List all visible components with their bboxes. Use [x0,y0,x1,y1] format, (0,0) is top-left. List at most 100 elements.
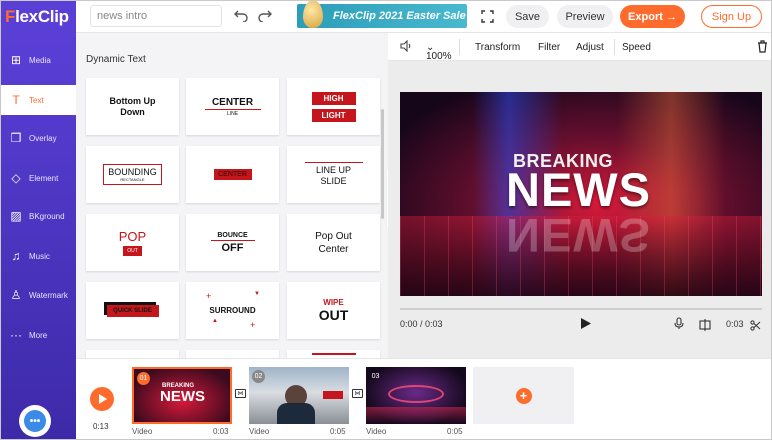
preset-divider [204,108,261,110]
text-icon: T [12,93,20,107]
floor-graphic [366,407,466,424]
clip-duration: 0:05 [330,427,346,436]
transition-icon[interactable]: ⋈ [352,389,363,398]
chat-button[interactable]: ••• [19,405,51,437]
timeline: 0:13 01 BREAKING NEWS Video 0:03 ⋈ 02 Vi… [76,358,771,439]
preset-sublabel: LINE [226,110,239,117]
plus-icon: + [515,387,532,404]
zoom-select[interactable]: 100% ⌄ [426,42,452,62]
save-button[interactable]: Save [506,5,549,28]
volume-icon[interactable] [400,39,412,55]
filter-button[interactable]: Filter [538,42,560,53]
timeline-clip[interactable]: 03 [366,367,466,424]
play-icon[interactable] [580,317,592,335]
divider [459,39,460,55]
timeline-clip[interactable]: 02 [249,367,349,424]
signup-button[interactable]: Sign Up [701,5,762,28]
fullscreen-icon[interactable] [479,8,495,24]
plus-mark: + [206,291,212,301]
total-duration: 0:13 [93,422,109,431]
preset-label: Pop Out Center [315,230,352,255]
microphone-icon[interactable] [674,317,684,335]
preset-label: SURROUND [209,306,256,315]
preview-button[interactable]: Preview [557,5,613,28]
text-preset-partial[interactable] [287,350,380,358]
add-clip-button[interactable]: + [473,367,574,424]
clip-thumb-text: NEWS [160,388,205,405]
promo-banner[interactable]: FlexClip 2021 Easter Sale [297,1,467,28]
sidebar-item-text[interactable]: T Text [1,85,76,115]
timeline-play-button[interactable] [90,387,114,411]
preset-frame: BOUNDING RECTANGLE [103,164,162,185]
text-preset-high-light[interactable]: HIGH LIGHT [287,78,380,135]
text-preset-pop-out[interactable]: POP OUT [86,214,179,271]
app-logo[interactable]: FlexClip [5,7,69,27]
clip-label: Video [249,427,270,436]
text-preset-bounding-rectangle[interactable]: BOUNDING RECTANGLE [86,146,179,203]
text-preset-partial[interactable] [86,350,179,358]
text-preset-line-up-slide[interactable]: LINE UP SLIDE [287,146,380,203]
chat-icon: ••• [24,410,46,432]
undo-icon[interactable] [233,8,249,24]
sidebar-item-label: Element [29,173,59,183]
text-preset-center-block[interactable]: CENTER [186,146,279,203]
sidebar-item-overlay[interactable]: ❒ Overlay [1,123,76,153]
top-bar: FlexClip news intro FlexClip 2021 Easter… [1,1,771,33]
logo-initial: F [5,7,16,26]
timeline-clip[interactable]: 01 BREAKING NEWS [132,367,232,424]
sidebar-item-element[interactable]: ◇ Element [1,163,76,193]
headline-reflection: NEWS [506,209,651,262]
split-icon[interactable] [699,318,711,336]
text-preset-center-line[interactable]: CENTER LINE [186,78,279,135]
text-preset-quick-slide[interactable]: QUICK SLIDE [86,282,179,339]
sidebar: ⊞ Media T Text ❒ Overlay ◇ Element ▨ BKground… [1,33,76,439]
preset-label: Bottom Up Down [109,95,156,117]
sidebar-item-more[interactable]: ··· More [1,320,76,350]
text-preset-surround[interactable]: + ▼ ▲ + SURROUND [186,282,279,339]
divider [614,39,615,55]
preset-divider [304,162,363,163]
sidebar-item-label: More [29,330,48,340]
sidebar-item-media[interactable]: ⊞ Media [1,45,76,75]
triangle-mark: ▼ [254,291,260,297]
panel-title: Dynamic Text [86,54,146,65]
preset-label: CENTER [213,169,252,180]
sidebar-item-label: Text [29,95,44,105]
trash-icon[interactable] [757,40,768,56]
scissors-icon[interactable] [750,318,761,336]
overlay-icon: ❒ [10,131,22,145]
project-name-input[interactable]: news intro [90,5,222,27]
export-button[interactable]: Export → [620,5,685,28]
preset-sublabel: OUT [123,246,142,256]
text-preset-bottom-up-down[interactable]: Bottom Up Down [86,78,179,135]
redo-icon[interactable] [257,8,273,24]
sidebar-item-bkground[interactable]: ▨ BKground [1,201,76,231]
text-preset-partial[interactable] [186,350,279,358]
watermark-icon: ♙ [10,288,22,302]
sidebar-item-music[interactable]: ♫ Music [1,241,76,271]
play-icon [99,394,107,404]
text-panel: Dynamic Text Bottom Up Down CENTER LINE … [76,33,388,358]
preset-frame: QUICK SLIDE [103,301,159,317]
ring-graphic [388,385,444,403]
clip-label: Video [132,427,153,436]
clip-duration: 0:05 [447,427,463,436]
sidebar-item-watermark[interactable]: ♙ Watermark [1,280,76,310]
transition-icon[interactable]: ⋈ [235,389,246,398]
video-preview[interactable]: BREAKING NEWS NEWS [400,92,762,296]
speed-button[interactable]: Speed [622,42,651,53]
panel-scrollbar[interactable] [381,109,384,219]
text-preset-pop-out-center[interactable]: Pop Out Center [287,214,380,271]
preset-sublabel: OUT [318,307,349,323]
preset-label: POP [118,229,147,244]
text-preset-wipe-out[interactable]: WIPE OUT [287,282,380,339]
playback-progress[interactable] [400,308,762,310]
transform-button[interactable]: Transform [475,42,520,53]
clip-number: 01 [137,372,150,385]
adjust-button[interactable]: Adjust [576,42,604,53]
clip-duration: 0:03 [213,427,229,436]
easter-egg-icon [303,1,323,28]
background-icon: ▨ [10,209,22,223]
text-preset-bounce-off[interactable]: BOUNCE OFF [186,214,279,271]
triangle-mark: ▲ [212,318,218,324]
